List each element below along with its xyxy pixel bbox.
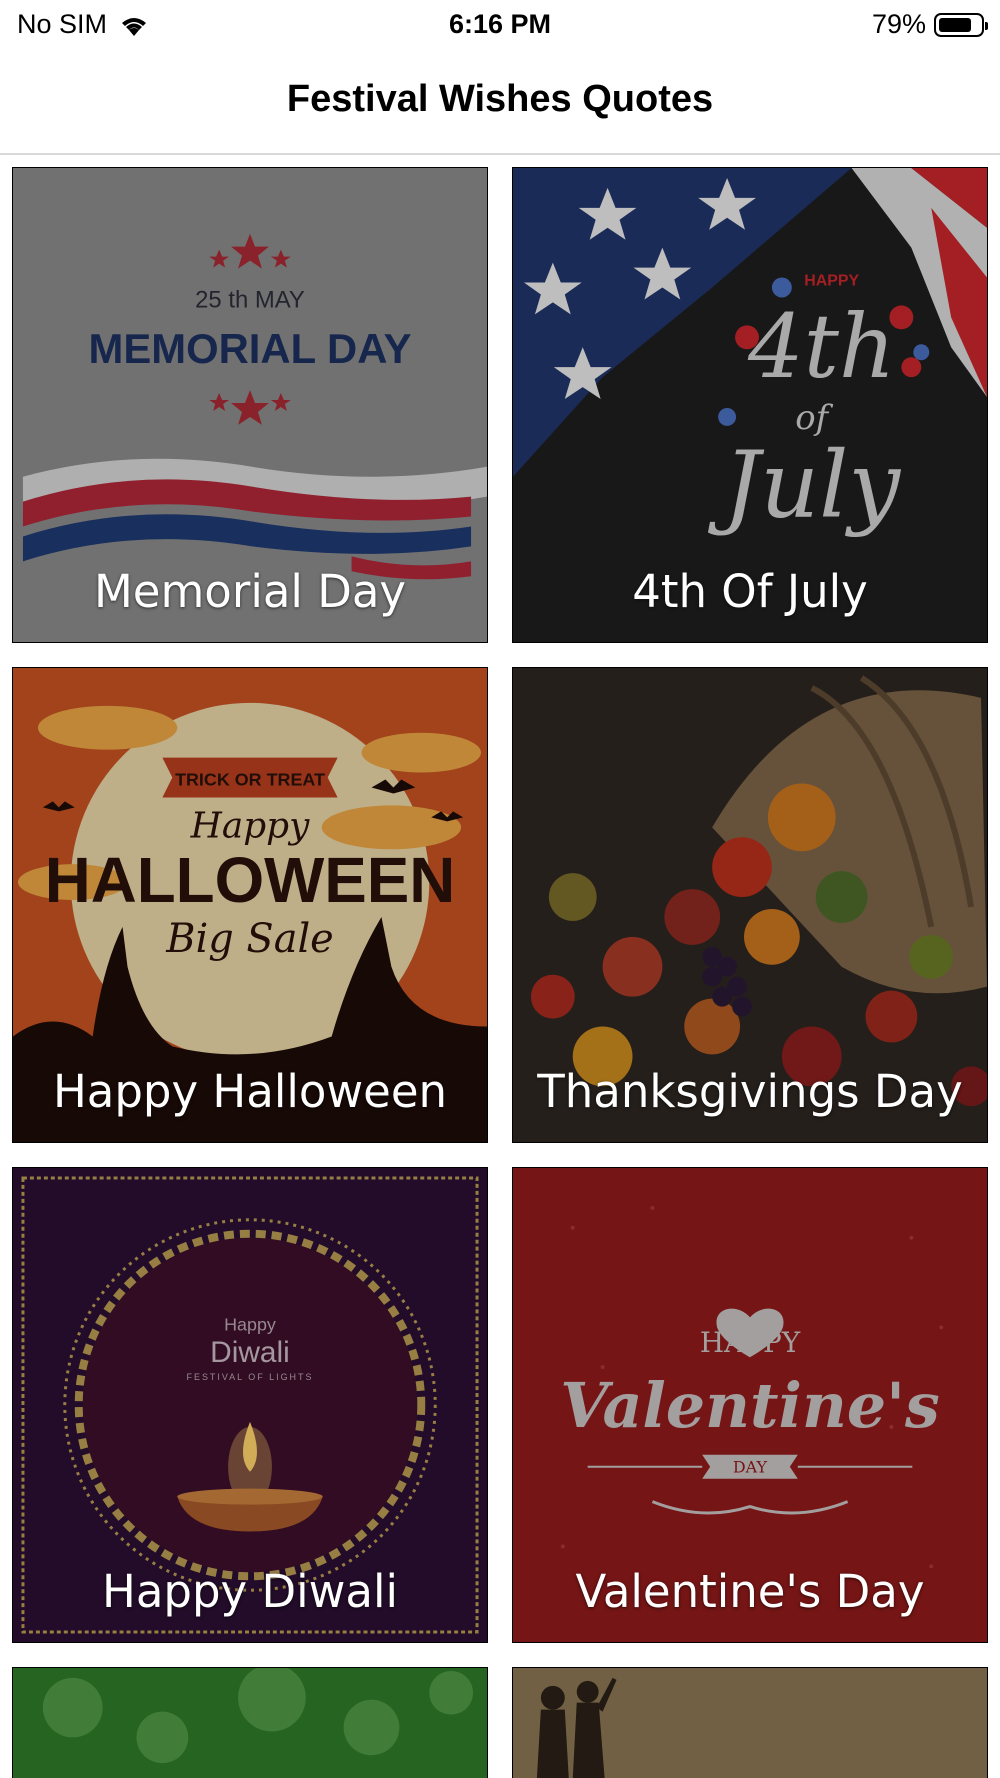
card-partial-sepia[interactable] — [512, 1667, 988, 1778]
card-label: Happy Halloween — [52, 1065, 448, 1118]
card-label: Valentine's Day — [575, 1565, 925, 1618]
card-happy-halloween[interactable]: TRICK OR TREAT Happy HALLOWEEN Big Sale … — [12, 667, 488, 1143]
card-thanksgivings-day[interactable]: Thanksgivings Day — [512, 667, 988, 1143]
card-label: Memorial Day — [93, 565, 407, 618]
card-label: Happy Diwali — [101, 1565, 398, 1618]
card-overlay — [513, 1668, 987, 1778]
card-happy-diwali[interactable]: Happy Diwali FESTIVAL OF LIGHTS Happy Di… — [12, 1167, 488, 1643]
card-label: Thanksgivings Day — [537, 1065, 963, 1118]
festival-grid: 25 th MAY MEMORIAL DAY Memorial Day HAPP… — [0, 0, 1000, 1778]
card-4th-of-july[interactable]: HAPPY 4th of July 4th Of July — [512, 167, 988, 643]
card-label: 4th Of July — [632, 565, 868, 618]
card-valentines-day[interactable]: HAPPY Valentine's DAY Valentine's Day — [512, 1167, 988, 1643]
card-memorial-day[interactable]: 25 th MAY MEMORIAL DAY Memorial Day — [12, 167, 488, 643]
card-partial-green[interactable] — [12, 1667, 488, 1778]
card-overlay — [13, 1668, 487, 1778]
